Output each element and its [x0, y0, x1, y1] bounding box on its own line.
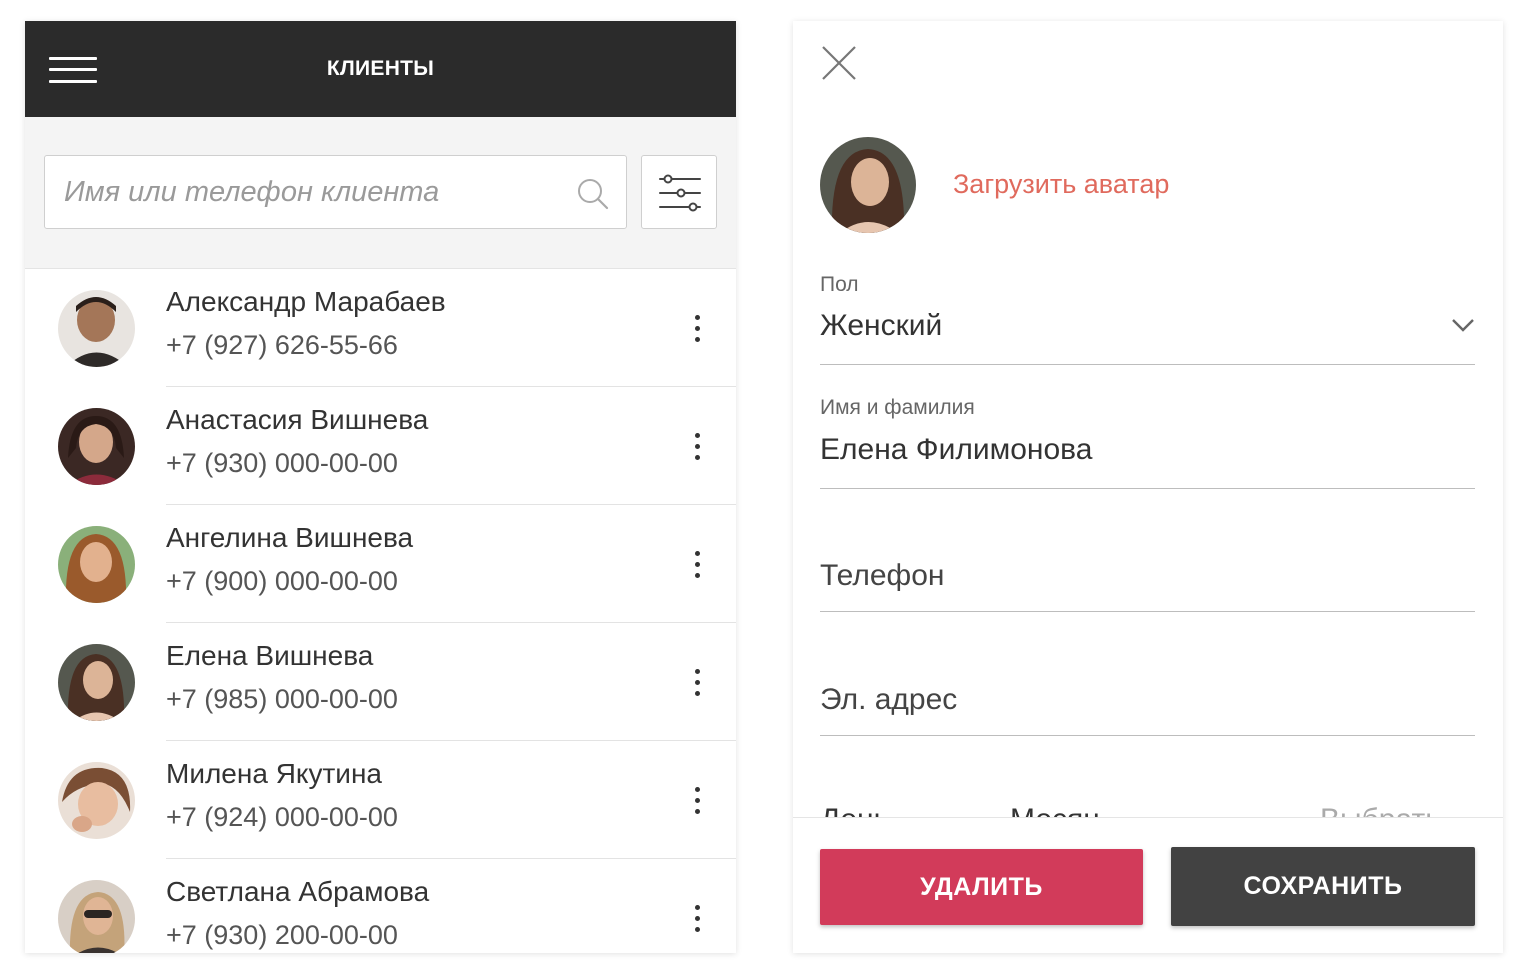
- page-title: КЛИЕНТЫ: [326, 57, 435, 80]
- client-phone: +7 (985) 000-00-00: [166, 684, 398, 714]
- client-list-item[interactable]: Светлана Абрамова +7 (930) 200-00-00: [25, 859, 736, 953]
- top-app-bar: КЛИЕНТЫ: [25, 21, 736, 117]
- more-options-icon[interactable]: [685, 313, 709, 345]
- full-name-label: Имя и фамилия: [820, 396, 975, 419]
- client-phone: +7 (930) 000-00-00: [166, 448, 398, 478]
- client-name: Анастасия Вишнева: [166, 404, 429, 435]
- chevron-down-icon[interactable]: [1451, 317, 1475, 333]
- email-placeholder: Эл. адрес: [820, 683, 958, 716]
- more-options-icon[interactable]: [685, 549, 709, 581]
- client-list-item[interactable]: Александр Марабаев +7 (927) 626-55-66: [25, 269, 736, 387]
- edit-client-panel: Загрузить аватар Пол Женский Имя и фамил…: [793, 21, 1503, 953]
- action-bar: УДАЛИТЬ СОХРАНИТЬ: [793, 817, 1503, 953]
- phone-placeholder: Телефон: [820, 559, 945, 592]
- search-input[interactable]: [45, 156, 626, 228]
- close-icon[interactable]: [820, 44, 858, 82]
- client-avatar: [58, 526, 135, 603]
- search-box: [44, 155, 627, 229]
- client-name: Ангелина Вишнева: [166, 522, 414, 553]
- more-options-icon[interactable]: [685, 667, 709, 699]
- client-phone: +7 (927) 626-55-66: [166, 330, 398, 360]
- phone-field[interactable]: Телефон: [820, 541, 1475, 612]
- search-icon[interactable]: [576, 177, 610, 211]
- client-avatar: [58, 644, 135, 721]
- save-button[interactable]: СОХРАНИТЬ: [1171, 847, 1475, 926]
- more-options-icon[interactable]: [685, 903, 709, 935]
- client-name: Милена Якутина: [166, 758, 382, 789]
- search-area: [25, 117, 736, 269]
- client-name: Светлана Абрамова: [166, 876, 430, 907]
- client-list: Александр Марабаев +7 (927) 626-55-66 Ан…: [25, 269, 736, 953]
- client-list-item[interactable]: Елена Вишнева +7 (985) 000-00-00: [25, 623, 736, 741]
- more-options-icon[interactable]: [685, 785, 709, 817]
- client-phone: +7 (924) 000-00-00: [166, 802, 398, 832]
- client-list-item[interactable]: Ангелина Вишнева +7 (900) 000-00-00: [25, 505, 736, 623]
- client-phone: +7 (900) 000-00-00: [166, 566, 398, 596]
- full-name-value: Елена Филимонова: [820, 433, 1093, 466]
- filter-sliders-icon: [659, 174, 701, 212]
- filter-button[interactable]: [641, 155, 717, 229]
- client-name: Елена Вишнева: [166, 640, 374, 671]
- birthday-row-cutoff: День Месяц Выбрать: [820, 805, 1475, 817]
- gender-select[interactable]: Пол Женский: [820, 269, 1475, 365]
- full-name-field[interactable]: Имя и фамилия Елена Филимонова: [820, 393, 1475, 489]
- gender-label: Пол: [820, 273, 859, 296]
- upload-avatar-link[interactable]: Загрузить аватар: [953, 169, 1169, 200]
- client-avatar: [58, 880, 135, 953]
- client-name: Александр Марабаев: [166, 286, 446, 317]
- clients-panel: КЛИЕНТЫ Имя или телефон клиента Александ…: [25, 21, 736, 953]
- client-phone: +7 (930) 200-00-00: [166, 920, 398, 950]
- client-list-item[interactable]: Милена Якутина +7 (924) 000-00-00: [25, 741, 736, 859]
- profile-avatar[interactable]: [820, 137, 916, 233]
- client-avatar: [58, 290, 135, 367]
- client-avatar: [58, 408, 135, 485]
- more-options-icon[interactable]: [685, 431, 709, 463]
- email-field[interactable]: Эл. адрес: [820, 665, 1475, 736]
- client-avatar: [58, 762, 135, 839]
- client-list-item[interactable]: Анастасия Вишнева +7 (930) 000-00-00: [25, 387, 736, 505]
- delete-button[interactable]: УДАЛИТЬ: [820, 849, 1143, 925]
- gender-value: Женский: [820, 309, 943, 342]
